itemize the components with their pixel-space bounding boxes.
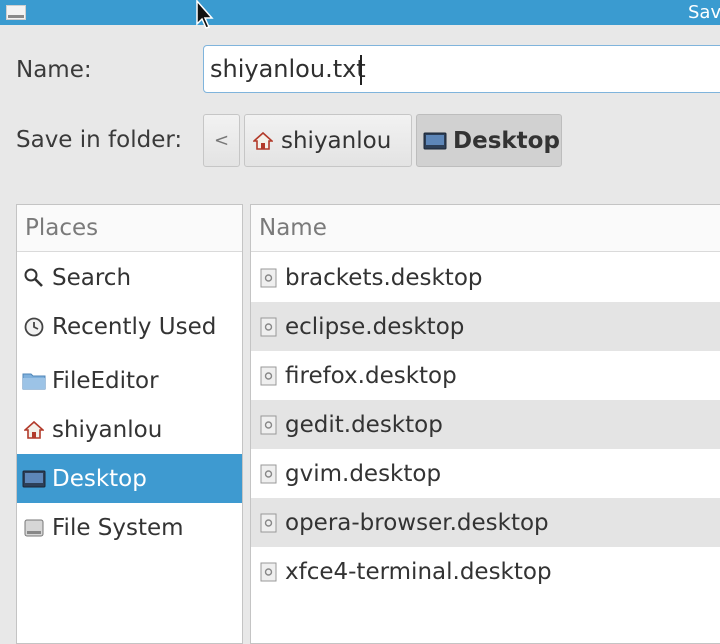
file-icon: [260, 268, 277, 287]
search-icon: [22, 266, 46, 290]
place-item-search[interactable]: Search: [17, 253, 242, 302]
drive-icon: [22, 516, 46, 540]
save-in-folder-label: Save in folder:: [16, 127, 183, 153]
file-name: gedit.desktop: [285, 411, 443, 438]
place-item-fileeditor[interactable]: FileEditor: [17, 356, 242, 405]
file-row[interactable]: firefox.desktop: [251, 351, 720, 400]
file-name: eclipse.desktop: [285, 313, 465, 340]
file-row[interactable]: gvim.desktop: [251, 449, 720, 498]
file-name: gvim.desktop: [285, 460, 442, 487]
window-title: Sav: [688, 2, 720, 23]
file-list-pane: Name brackets.desktop eclipse.desktop fi…: [250, 204, 720, 644]
file-icon: [260, 464, 277, 483]
name-column-header[interactable]: Name: [251, 205, 720, 252]
file-name: xfce4-terminal.desktop: [285, 558, 552, 585]
home-icon: [253, 131, 273, 151]
file-icon: [260, 415, 277, 434]
file-icon: [260, 366, 277, 385]
file-row[interactable]: brackets.desktop: [251, 253, 720, 302]
path-button-label: Desktop: [453, 127, 560, 154]
path-button-desktop[interactable]: Desktop: [416, 114, 562, 167]
place-item-label: Desktop: [52, 465, 147, 492]
file-name: firefox.desktop: [285, 362, 457, 389]
place-item-label: FileEditor: [52, 367, 159, 394]
mouse-cursor-icon: [196, 0, 214, 29]
file-row[interactable]: gedit.desktop: [251, 400, 720, 449]
window-icon: [6, 5, 26, 20]
place-item-label: Recently Used: [52, 313, 217, 340]
places-header[interactable]: Places: [17, 205, 242, 252]
text-caret: [360, 55, 362, 85]
filename-input[interactable]: [203, 45, 720, 93]
desktop-icon: [22, 467, 46, 491]
file-icon: [260, 562, 277, 581]
clock-icon: [22, 315, 46, 339]
name-label: Name:: [16, 57, 92, 83]
chevron-left-icon: <: [213, 130, 230, 151]
place-item-label: Search: [52, 264, 132, 291]
file-row[interactable]: opera-browser.desktop: [251, 498, 720, 547]
place-item-recently-used[interactable]: Recently Used: [17, 302, 242, 351]
path-back-button[interactable]: <: [203, 114, 240, 167]
desktop-icon: [423, 131, 447, 151]
path-button-shiyanlou[interactable]: shiyanlou: [244, 114, 412, 167]
file-icon: [260, 513, 277, 532]
title-bar: Sav: [0, 0, 720, 25]
place-item-desktop[interactable]: Desktop: [17, 454, 242, 503]
home-icon: [22, 418, 46, 442]
file-row[interactable]: xfce4-terminal.desktop: [251, 547, 720, 596]
file-row[interactable]: eclipse.desktop: [251, 302, 720, 351]
places-pane: Places Search Recently Used FileEditor s…: [16, 204, 243, 644]
file-icon: [260, 317, 277, 336]
place-item-label: File System: [52, 514, 184, 541]
folder-icon: [22, 369, 46, 393]
file-name: opera-browser.desktop: [285, 509, 549, 536]
file-name: brackets.desktop: [285, 264, 483, 291]
place-item-shiyanlou[interactable]: shiyanlou: [17, 405, 242, 454]
path-button-label: shiyanlou: [281, 127, 392, 154]
place-item-label: shiyanlou: [52, 416, 163, 443]
place-item-file-system[interactable]: File System: [17, 503, 242, 552]
